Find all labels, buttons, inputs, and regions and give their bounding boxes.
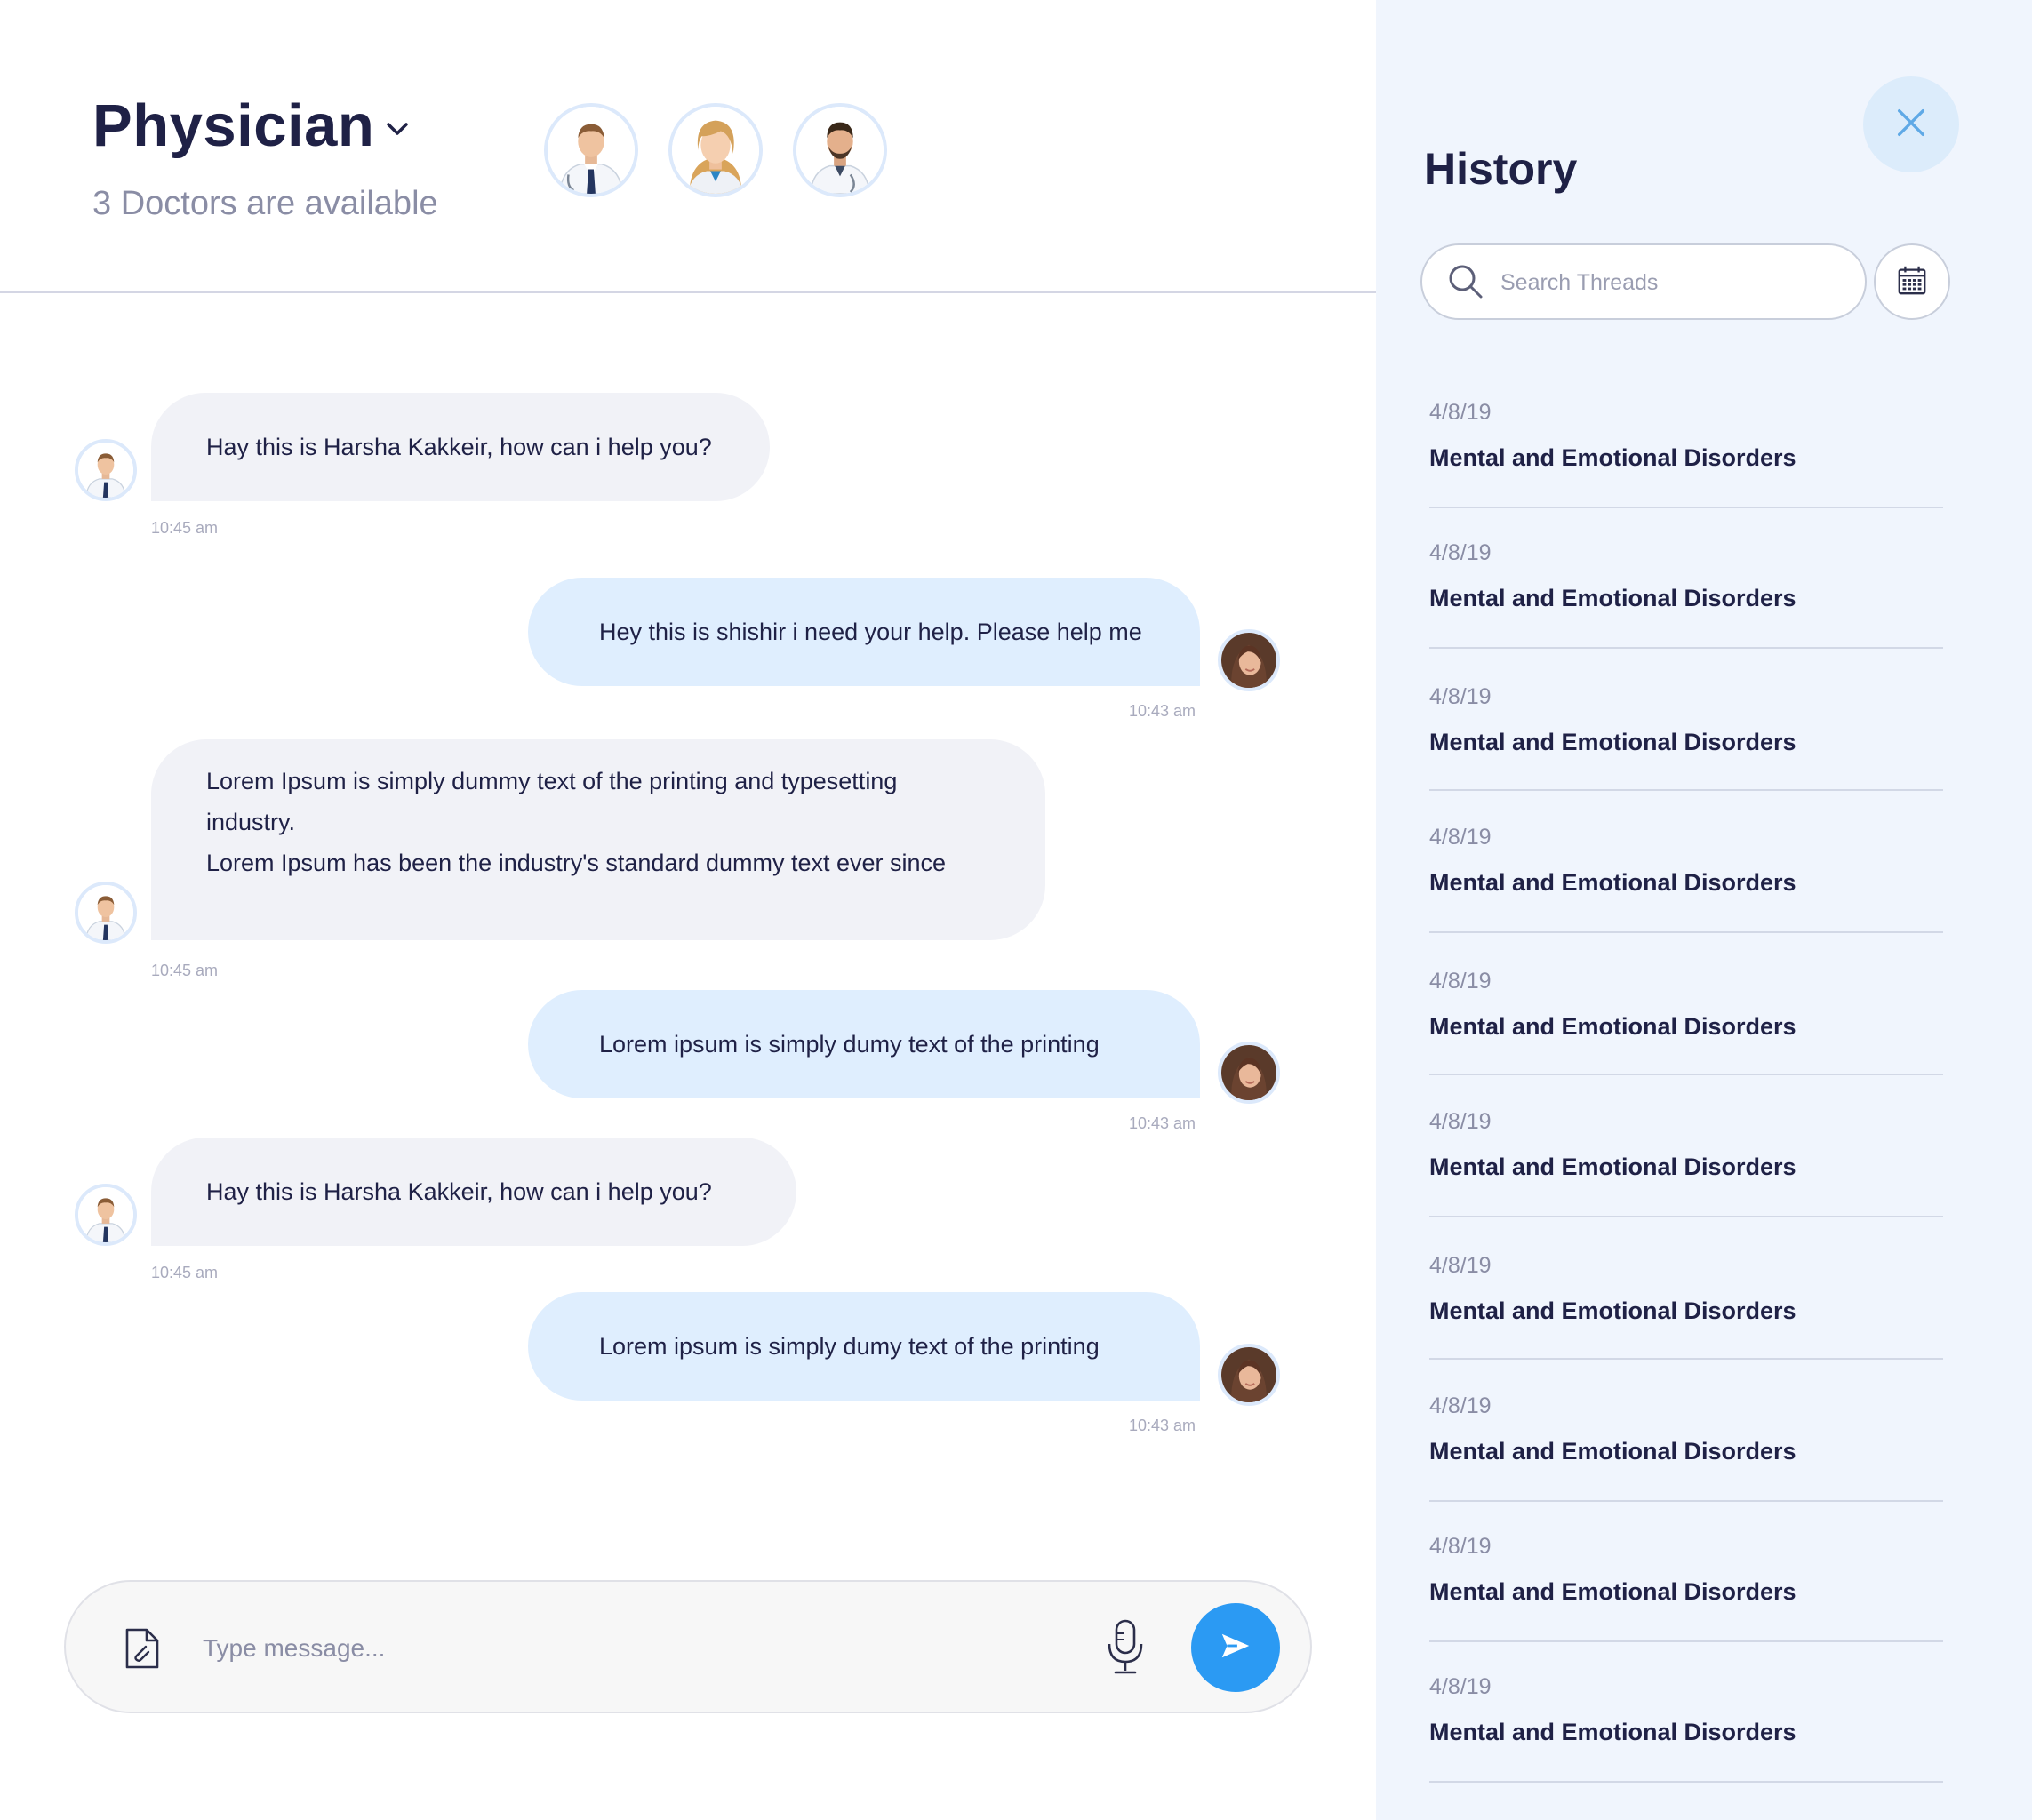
message-bubble-incoming: Hay this is Harsha Kakkeir, how can i he… <box>151 1138 796 1246</box>
thread-title: Mental and Emotional Disorders <box>1429 1438 1796 1465</box>
thread-title: Mental and Emotional Disorders <box>1429 444 1796 471</box>
close-icon <box>1894 106 1928 144</box>
thread-date: 4/8/19 <box>1429 1109 1492 1134</box>
thread-date: 4/8/19 <box>1429 969 1492 994</box>
doctor-avatar[interactable] <box>793 103 887 197</box>
thread-item[interactable]: 4/8/19 Mental and Emotional Disorders <box>1429 366 1943 508</box>
thread-title: Mental and Emotional Disorders <box>1429 1578 1796 1605</box>
doctor-avatar[interactable] <box>668 103 763 197</box>
thread-item[interactable]: 4/8/19 Mental and Emotional Disorders <box>1429 649 1943 791</box>
message-input[interactable] <box>203 1621 1092 1676</box>
user-avatar <box>1218 629 1280 696</box>
page-title: Physician <box>92 92 375 159</box>
user-avatar <box>1218 1344 1280 1410</box>
doctor-avatar <box>75 882 137 948</box>
message-bubble-incoming: Hay this is Harsha Kakkeir, how can i he… <box>151 393 770 501</box>
thread-date: 4/8/19 <box>1429 684 1492 709</box>
thread-title: Mental and Emotional Disorders <box>1429 1153 1796 1180</box>
availability-text: 3 Doctors are available <box>92 185 438 222</box>
microphone-icon[interactable] <box>1104 1617 1147 1680</box>
available-doctors <box>544 103 887 197</box>
thread-date: 4/8/19 <box>1429 1534 1492 1559</box>
thread-item[interactable]: 4/8/19 Mental and Emotional Disorders <box>1429 791 1943 933</box>
message-composer <box>64 1580 1312 1713</box>
thread-item[interactable]: 4/8/19 Mental and Emotional Disorders <box>1429 1075 1943 1217</box>
message-bubble-incoming: Lorem Ipsum is simply dummy text of the … <box>151 739 1045 940</box>
message-line: Lorem Ipsum is simply dummy text of the … <box>206 768 898 835</box>
close-button[interactable] <box>1863 76 1959 172</box>
doctor-avatar <box>75 439 137 506</box>
thread-date: 4/8/19 <box>1429 825 1492 850</box>
calendar-button[interactable] <box>1874 243 1950 320</box>
thread-title: Mental and Emotional Disorders <box>1429 1297 1796 1324</box>
thread-date: 4/8/19 <box>1429 540 1492 565</box>
message-timestamp: 10:45 am <box>151 519 219 537</box>
user-avatar <box>1218 1042 1280 1108</box>
chevron-down-icon <box>383 115 412 143</box>
thread-item[interactable]: 4/8/19 Mental and Emotional Disorders <box>1429 1640 1943 1783</box>
search-icon <box>1447 263 1484 300</box>
message-bubble-outgoing: Lorem ipsum is simply dumy text of the p… <box>528 1292 1200 1401</box>
calendar-icon <box>1895 263 1929 301</box>
message-timestamp: 10:43 am <box>1129 702 1196 720</box>
thread-title: Mental and Emotional Disorders <box>1429 1013 1796 1040</box>
chat-pane: Physician 3 Doctors are available Hay th… <box>0 0 1376 1820</box>
thread-item[interactable]: 4/8/19 Mental and Emotional Disorders <box>1429 507 1943 649</box>
attachment-icon[interactable] <box>116 1623 167 1674</box>
thread-date: 4/8/19 <box>1429 1674 1492 1699</box>
thread-item[interactable]: 4/8/19 Mental and Emotional Disorders <box>1429 1217 1943 1360</box>
thread-title: Mental and Emotional Disorders <box>1429 1719 1796 1745</box>
message-timestamp: 10:45 am <box>151 1264 219 1281</box>
thread-item[interactable]: 4/8/19 Mental and Emotional Disorders <box>1429 1360 1943 1502</box>
send-button[interactable] <box>1191 1603 1280 1692</box>
thread-item[interactable]: 4/8/19 Mental and Emotional Disorders <box>1429 1500 1943 1642</box>
thread-title: Mental and Emotional Disorders <box>1429 585 1796 611</box>
message-line: Lorem Ipsum has been the industry's stan… <box>206 850 947 876</box>
doctor-avatar <box>75 1184 137 1250</box>
chat-header: Physician 3 Doctors are available <box>0 0 1376 293</box>
send-icon <box>1219 1629 1252 1667</box>
message-list: Hay this is Harsha Kakkeir, how can i he… <box>0 293 1376 1573</box>
thread-date: 4/8/19 <box>1429 400 1492 425</box>
thread-title: Mental and Emotional Disorders <box>1429 729 1796 755</box>
thread-item[interactable]: 4/8/19 Mental and Emotional Disorders <box>1429 933 1943 1075</box>
history-sidebar: History 4/8/19 <box>1376 0 2032 1820</box>
message-bubble-outgoing: Lorem ipsum is simply dumy text of the p… <box>528 990 1200 1098</box>
message-timestamp: 10:43 am <box>1129 1114 1196 1132</box>
message-timestamp: 10:45 am <box>151 962 219 979</box>
thread-date: 4/8/19 <box>1429 1253 1492 1278</box>
thread-title: Mental and Emotional Disorders <box>1429 869 1796 896</box>
search-input[interactable] <box>1500 263 1838 302</box>
doctor-avatar[interactable] <box>544 103 638 197</box>
message-timestamp: 10:43 am <box>1129 1417 1196 1434</box>
specialty-dropdown[interactable]: Physician <box>92 91 412 162</box>
message-bubble-outgoing: Hey this is shishir i need your help. Pl… <box>528 578 1200 686</box>
thread-search <box>1420 243 1867 320</box>
thread-date: 4/8/19 <box>1429 1393 1492 1418</box>
history-title: History <box>1424 144 1578 194</box>
